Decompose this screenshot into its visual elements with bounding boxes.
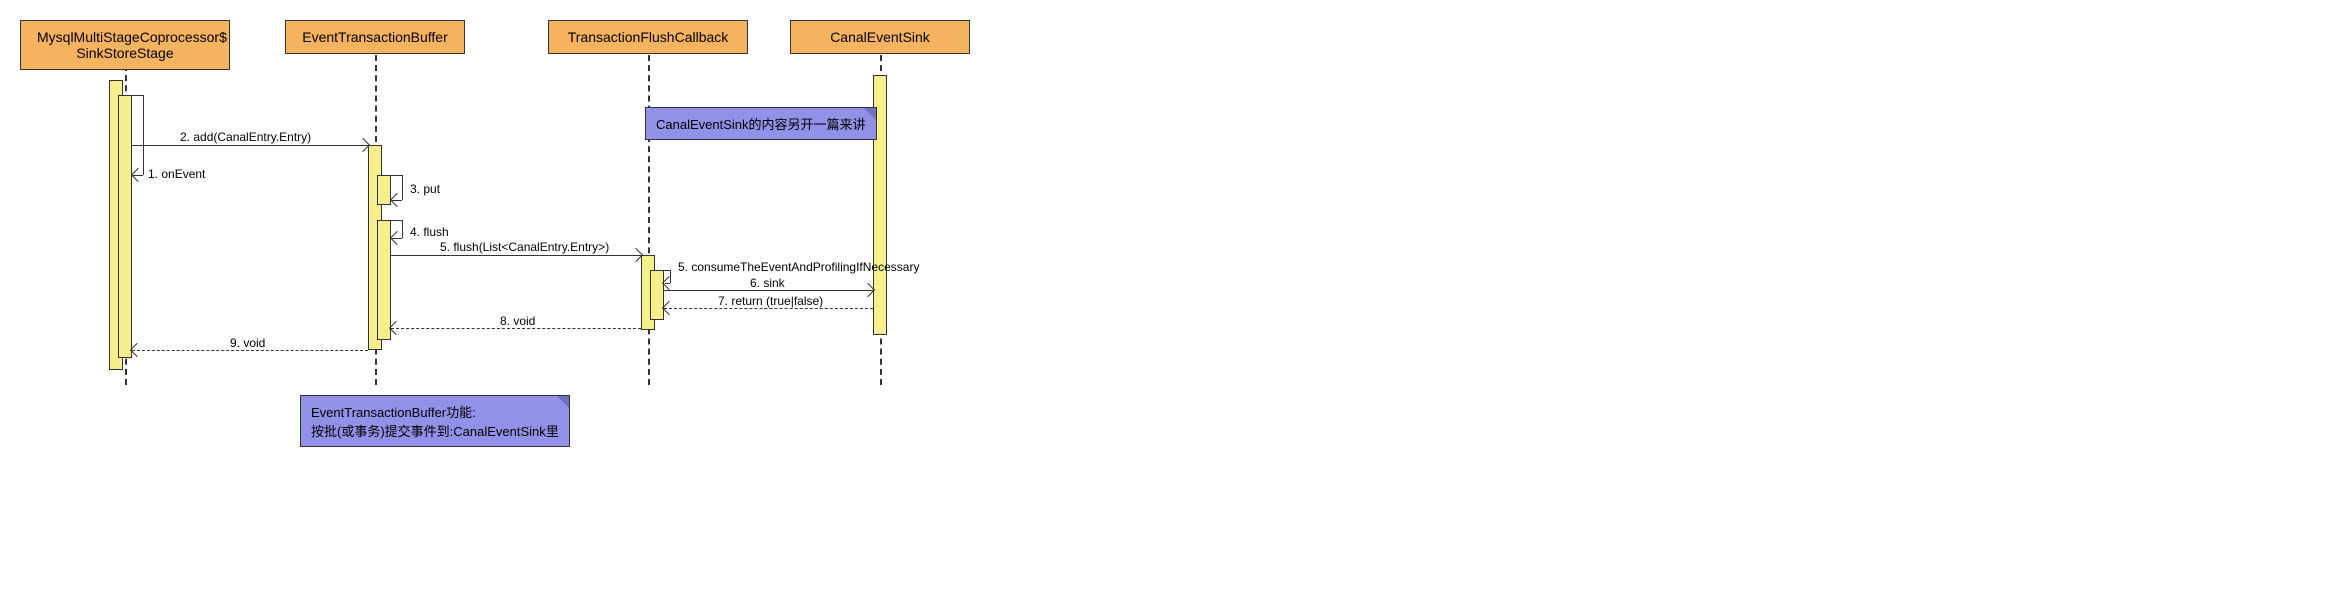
msg-void8: 8. void: [500, 314, 535, 328]
participant-callback: TransactionFlushCallback: [548, 20, 748, 54]
participant-label: MysqlMultiStageCoprocessor$SinkStoreStag…: [37, 29, 227, 61]
note-text: CanalEventSink的内容另开一篇来讲: [656, 117, 866, 132]
msg-consume: 5. consumeTheEventAndProfilingIfNecessar…: [678, 260, 919, 274]
arrow-head: [662, 301, 676, 315]
arrow-head: [389, 321, 403, 335]
activation-bar: [118, 95, 132, 358]
note-text: 按批(或事务)提交事件到:CanalEventSink里: [311, 424, 559, 439]
msg-onevent: 1. onEvent: [148, 167, 205, 181]
participant-label: TransactionFlushCallback: [568, 29, 729, 45]
arrow: [132, 145, 368, 146]
participant-sinkstore: MysqlMultiStageCoprocessor$SinkStoreStag…: [20, 20, 230, 70]
msg-flushlist: 5. flush(List<CanalEntry.Entry>): [440, 240, 609, 254]
participant-label: EventTransactionBuffer: [302, 29, 448, 45]
arrow: [382, 220, 402, 221]
participant-label: CanalEventSink: [830, 29, 930, 45]
arrow: [391, 328, 641, 329]
note-buffer: EventTransactionBuffer功能: 按批(或事务)提交事件到:C…: [300, 395, 570, 447]
participant-buffer: EventTransactionBuffer: [285, 20, 465, 54]
arrow: [655, 270, 670, 271]
activation-bar: [650, 270, 664, 320]
arrow: [664, 308, 873, 309]
arrow: [123, 95, 143, 96]
msg-return: 7. return (true|false): [718, 294, 823, 308]
arrow: [391, 255, 641, 256]
activation-bar: [377, 220, 391, 340]
msg-void9: 9. void: [230, 336, 265, 350]
arrow-head: [130, 343, 144, 357]
lifeline: [648, 55, 650, 385]
msg-flush: 4. flush: [410, 225, 449, 239]
msg-put: 3. put: [410, 182, 440, 196]
arrow: [143, 95, 144, 175]
arrow: [402, 175, 403, 200]
arrow-head: [662, 276, 676, 290]
activation-bar: [377, 175, 391, 205]
arrow: [132, 350, 368, 351]
msg-add: 2. add(CanalEntry.Entry): [180, 130, 311, 144]
msg-sink: 6. sink: [750, 276, 785, 290]
arrow: [664, 290, 873, 291]
note-sinkevent: CanalEventSink的内容另开一篇来讲: [645, 107, 877, 140]
note-text: EventTransactionBuffer功能:: [311, 405, 476, 420]
participant-sink: CanalEventSink: [790, 20, 970, 54]
arrow: [382, 175, 402, 176]
